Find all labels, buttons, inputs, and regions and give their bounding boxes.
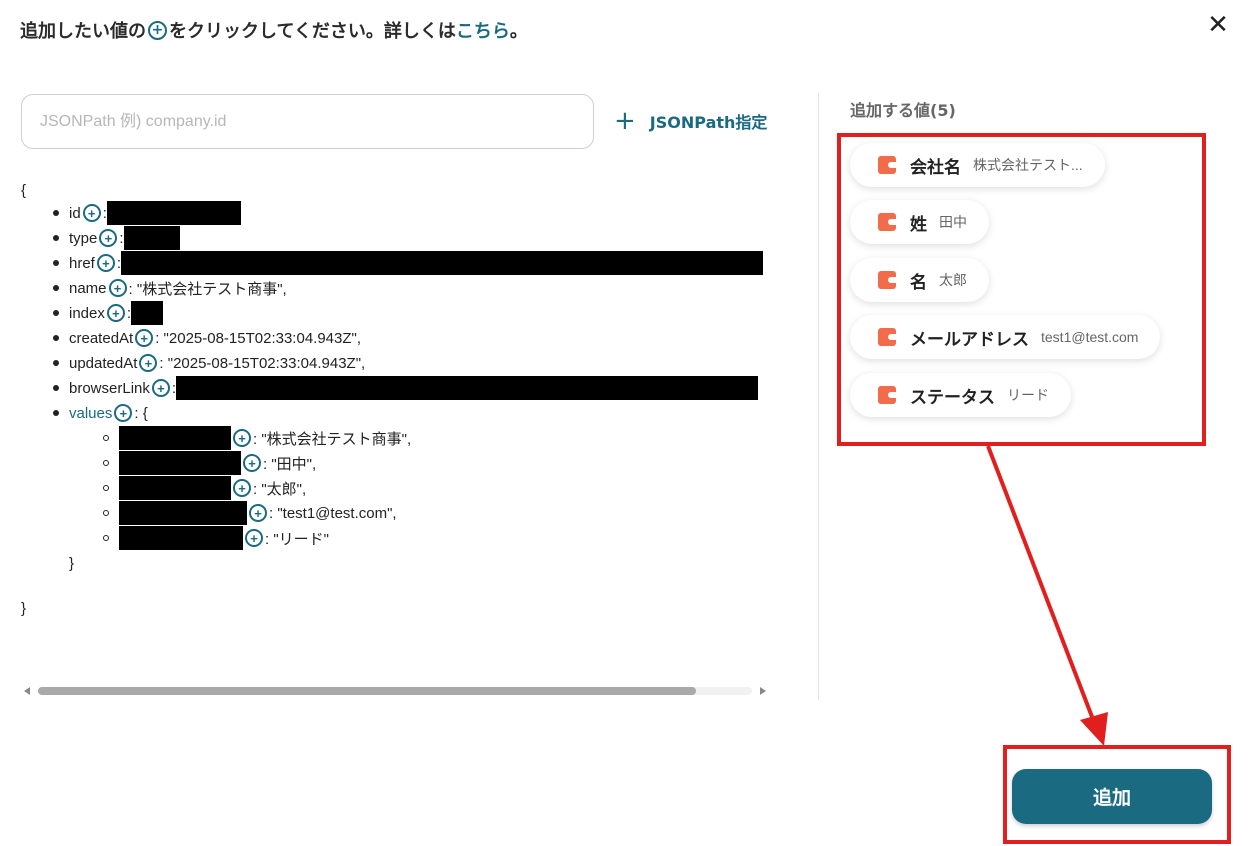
suffix-name: : "株式会社テスト商事",: [128, 280, 287, 298]
tree-item-createdat: createdAt + : "2025-08-15T02:33:04.943Z"…: [53, 326, 361, 350]
add-circle-icon: +: [148, 20, 167, 40]
scroll-track[interactable]: [38, 687, 752, 695]
key-id: id: [69, 204, 81, 222]
add-value-icon[interactable]: +: [82, 204, 101, 222]
redacted-value: [131, 301, 164, 325]
tree-item-index: index + :: [53, 301, 164, 325]
key-index: index: [69, 304, 105, 322]
add-value-icon[interactable]: +: [151, 379, 170, 397]
tree-item-browserlink: browserLink + :: [53, 376, 759, 400]
add-value-icon[interactable]: +: [233, 479, 251, 497]
sub-item: + : "test1@test.com",: [103, 501, 397, 525]
bullet: [53, 210, 59, 216]
key-name: name: [69, 279, 107, 297]
sub-close-brace: }: [69, 554, 75, 572]
sub-bullet: [103, 435, 109, 441]
bullet: [53, 335, 59, 341]
highlight-box-values: [837, 133, 1206, 446]
add-value-icon[interactable]: +: [243, 454, 261, 472]
bullet: [53, 260, 59, 266]
key-browserlink: browserLink: [69, 379, 150, 397]
tree-item-name: name + : "株式会社テスト商事",: [53, 276, 287, 300]
redacted-key: [119, 426, 231, 450]
sub-suffix: : "田中",: [263, 455, 317, 473]
add-value-icon[interactable]: +: [96, 254, 115, 272]
bullet: [53, 235, 59, 241]
add-value-icon[interactable]: +: [249, 504, 267, 522]
sub-bullet: [103, 460, 109, 466]
redacted-key: [119, 451, 241, 475]
sub-suffix: : "太郎",: [253, 480, 307, 498]
instruction-after: をクリックしてください。詳しくは: [169, 21, 456, 42]
sub-suffix: : "リード": [265, 530, 329, 548]
redacted-value: [123, 226, 180, 250]
bullet: [53, 385, 59, 391]
sub-item: + : "田中",: [103, 451, 316, 475]
open-brace: {: [21, 181, 27, 199]
key-type: type: [69, 229, 98, 247]
sub-item: + : "リード": [103, 526, 329, 550]
add-value-icon[interactable]: +: [245, 529, 263, 547]
tree-item-values: values + : {: [53, 401, 148, 425]
arrow-line: [986, 445, 1096, 723]
redacted-value: [121, 251, 764, 275]
close-brace: }: [21, 599, 27, 617]
tree-item-id: id + :: [53, 201, 241, 225]
tree-item-updatedat: updatedAt + : "2025-08-15T02:33:04.943Z"…: [53, 351, 365, 375]
jsonpath-search-input[interactable]: [21, 94, 594, 149]
add-value-icon[interactable]: +: [114, 404, 133, 422]
key-createdat: createdAt: [69, 329, 134, 347]
add-value-icon[interactable]: +: [135, 329, 154, 347]
plus-icon: +: [614, 106, 636, 136]
add-value-icon[interactable]: +: [108, 279, 127, 297]
close-icon[interactable]: ✕: [1205, 12, 1231, 38]
bullet: [53, 360, 59, 366]
instruction-text: 追加したい値の + をクリックしてください。詳しくは こちら 。: [20, 17, 528, 43]
jsonpath-specify-button[interactable]: + JSONPath指定: [614, 106, 767, 136]
instruction-period: 。: [509, 21, 528, 42]
scroll-right-icon[interactable]: [760, 687, 766, 695]
key-updatedat: updatedAt: [69, 354, 138, 372]
suffix-updatedat: : "2025-08-15T02:33:04.943Z",: [159, 354, 366, 372]
redacted-key: [119, 476, 231, 500]
panel-divider: [818, 93, 819, 700]
instruction-before: 追加したい値の: [20, 21, 146, 42]
sub-bullet: [103, 535, 109, 541]
add-value-icon[interactable]: +: [233, 429, 251, 447]
redacted-key: [119, 501, 247, 525]
scroll-left-icon[interactable]: [24, 687, 30, 695]
sub-suffix: : "株式会社テスト商事",: [253, 430, 412, 448]
add-value-icon[interactable]: +: [99, 229, 118, 247]
add-value-icon[interactable]: +: [106, 304, 125, 322]
tree-item-href: href + :: [53, 251, 764, 275]
add-button[interactable]: 追加: [1012, 769, 1212, 824]
bullet: [53, 410, 59, 416]
sub-item: + : "株式会社テスト商事",: [103, 426, 411, 450]
sub-suffix: : "test1@test.com",: [269, 504, 397, 522]
bullet: [53, 285, 59, 291]
key-values[interactable]: values: [69, 405, 112, 422]
tree-item-type: type + :: [53, 226, 180, 250]
suffix-createdat: : "2025-08-15T02:33:04.943Z",: [155, 329, 362, 347]
redacted-value: [106, 201, 241, 225]
bullet: [53, 310, 59, 316]
scroll-thumb[interactable]: [38, 687, 696, 695]
horizontal-scrollbar[interactable]: [24, 684, 766, 698]
sub-bullet: [103, 485, 109, 491]
suffix-values: : {: [134, 404, 148, 422]
help-link[interactable]: こちら: [456, 17, 510, 43]
sub-bullet: [103, 510, 109, 516]
jsonpath-specify-label: JSONPath指定: [649, 113, 768, 132]
add-value-icon[interactable]: +: [139, 354, 158, 372]
arrow-head: [1080, 712, 1108, 746]
selected-values-title: 追加する値(5): [850, 101, 956, 120]
sub-item: + : "太郎",: [103, 476, 306, 500]
redacted-key: [119, 526, 243, 550]
key-href: href: [69, 254, 95, 272]
redacted-value: [176, 376, 759, 400]
